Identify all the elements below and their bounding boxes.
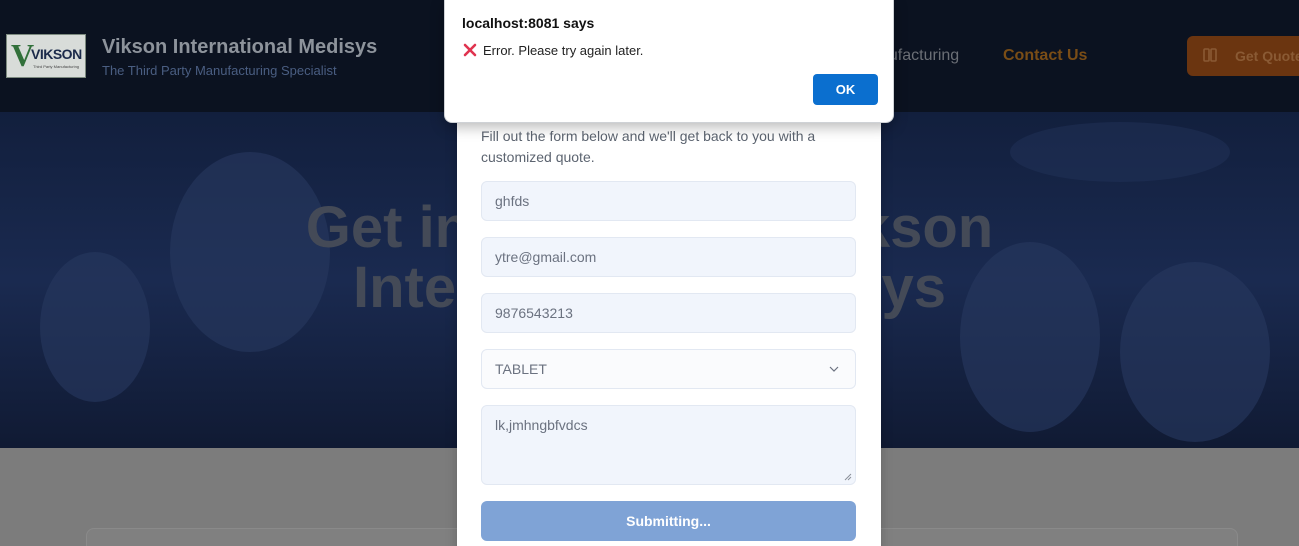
ok-button[interactable]: OK xyxy=(813,74,878,105)
brand-name[interactable]: Vikson International Medisys xyxy=(102,36,377,59)
resize-handle-icon[interactable] xyxy=(844,473,852,481)
alert-title: localhost:8081 says xyxy=(462,15,595,31)
get-quote-label: Get Quote xyxy=(1235,48,1299,64)
chevron-down-icon xyxy=(829,366,839,372)
get-quote-button[interactable]: Get Quote xyxy=(1187,36,1299,76)
message-value: lk,jmhngbfvdcs xyxy=(495,417,588,433)
nav-item-contact-us[interactable]: Contact Us xyxy=(1003,47,1087,65)
form-intro: Fill out the form below and we'll get ba… xyxy=(481,128,816,165)
logo-wordmark: VIKSON xyxy=(31,46,82,62)
alert-dialog: localhost:8081 says Error. Please try ag… xyxy=(444,0,894,123)
error-x-icon xyxy=(463,43,477,57)
name-field[interactable]: ghfds xyxy=(481,181,856,221)
email-field[interactable]: ytre@gmail.com xyxy=(481,237,856,277)
product-select[interactable]: TABLET xyxy=(481,349,856,389)
submit-button[interactable]: Submitting... xyxy=(481,501,856,541)
quote-form: Fill out the form below and we'll get ba… xyxy=(457,90,881,546)
clipboard-icon xyxy=(1203,48,1217,62)
brand-logo[interactable]: V VIKSON Third Party Manufacturing xyxy=(6,34,86,78)
phone-field[interactable]: 9876543213 xyxy=(481,293,856,333)
product-select-value: TABLET xyxy=(495,361,547,377)
logo-tagline: Third Party Manufacturing xyxy=(33,64,80,69)
brand-tagline: The Third Party Manufacturing Specialist xyxy=(102,63,337,78)
alert-message: Error. Please try again later. xyxy=(483,43,644,58)
message-textarea[interactable]: lk,jmhngbfvdcs xyxy=(481,405,856,485)
hero-bg-light xyxy=(1010,122,1230,182)
